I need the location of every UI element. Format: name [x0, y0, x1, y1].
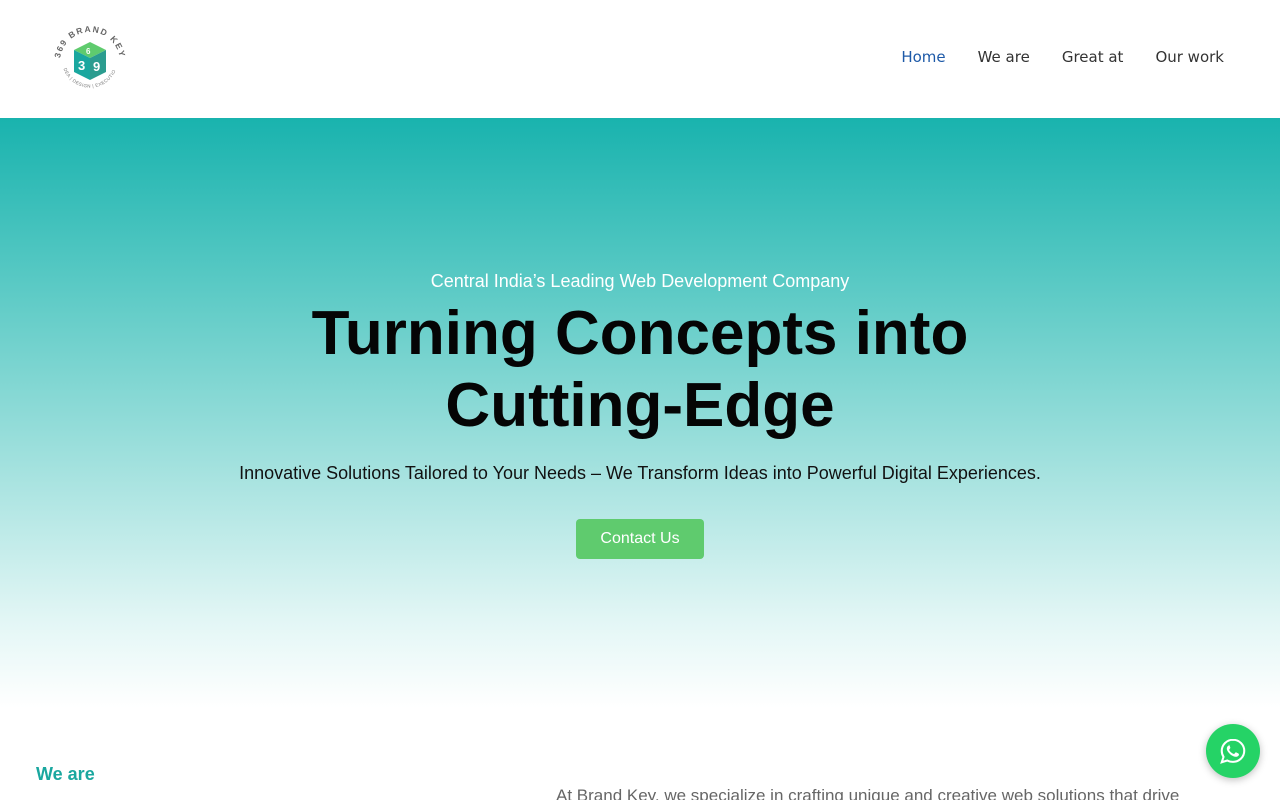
brand-logo[interactable]: 369 BRAND KEY IDEA | DESIGN | EXECUTION …	[48, 18, 132, 102]
svg-text:3: 3	[78, 58, 85, 73]
nav-home[interactable]: Home	[901, 48, 945, 66]
whatsapp-icon	[1220, 738, 1246, 764]
hero-subtitle: Innovative Solutions Tailored to Your Ne…	[239, 463, 1041, 483]
svg-text:6: 6	[86, 47, 91, 56]
nav-our-work[interactable]: Our work	[1155, 48, 1224, 66]
nav-we-are[interactable]: We are	[978, 48, 1030, 66]
hero-title-line-2: Cutting-Edge	[445, 371, 835, 440]
about-section-label: We are	[36, 764, 95, 784]
svg-text:9: 9	[93, 59, 100, 74]
whatsapp-button[interactable]	[1206, 724, 1260, 778]
hero-section: Central India’s Leading Web Development …	[0, 118, 1280, 708]
about-section-text: At Brand Key, we specialize in crafting …	[556, 786, 1180, 800]
contact-us-button[interactable]: Contact Us	[576, 519, 704, 559]
hero-title-line-1: Turning Concepts into	[311, 299, 969, 368]
hero-title: Turning Concepts into Cutting-Edge	[240, 298, 1040, 442]
site-header: 369 BRAND KEY IDEA | DESIGN | EXECUTION …	[0, 0, 1280, 118]
nav-great-at[interactable]: Great at	[1062, 48, 1124, 66]
hero-eyebrow: Central India’s Leading Web Development …	[430, 271, 850, 291]
brand-logo-icon: 369 BRAND KEY IDEA | DESIGN | EXECUTION …	[48, 18, 126, 89]
main-nav: Home We are Great at Our work	[901, 48, 1224, 66]
